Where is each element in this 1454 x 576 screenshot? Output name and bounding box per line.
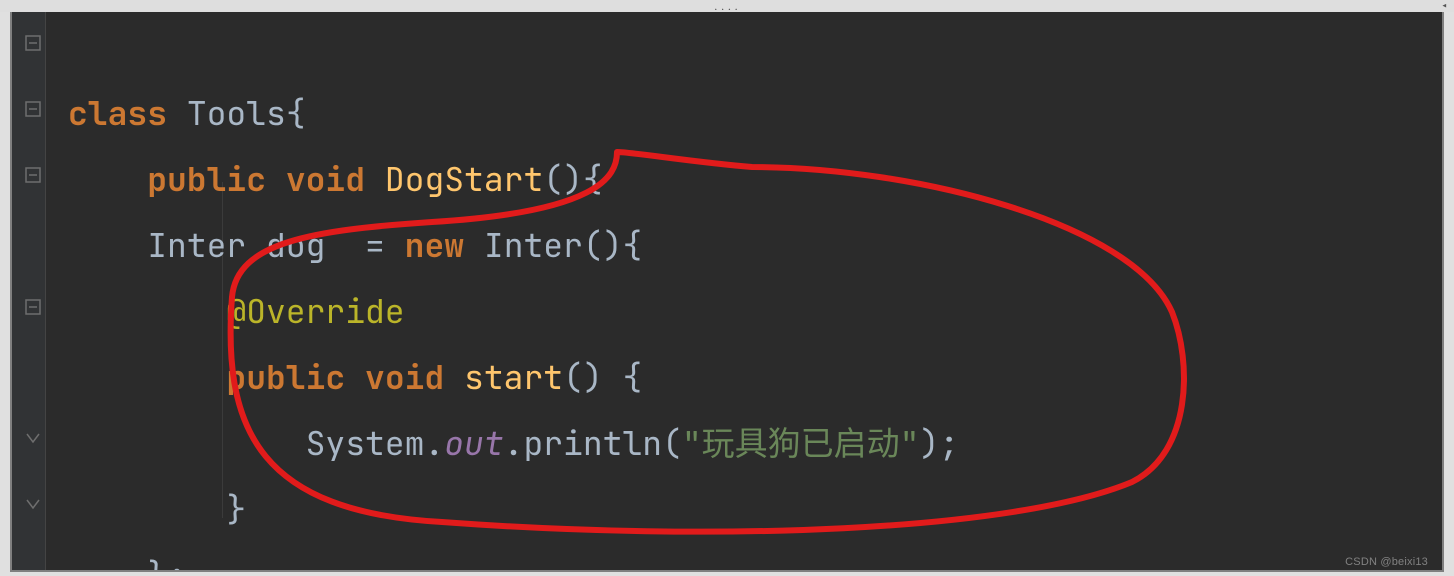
method-name: start <box>464 355 563 399</box>
lparen: ( <box>662 421 682 465</box>
brace: { <box>623 223 643 267</box>
method-name: DogStart <box>385 157 543 201</box>
annotation-override: @Override <box>226 289 404 333</box>
method-call: println <box>523 421 662 465</box>
watermark: CSDN @beixi13 <box>1345 556 1428 568</box>
code-editor[interactable]: class Tools{ public void DogStart(){ Int… <box>10 12 1444 572</box>
fold-toggle-icon[interactable] <box>24 100 42 118</box>
rparen: ) <box>919 421 939 465</box>
fold-toggle-icon[interactable] <box>24 34 42 52</box>
semicolon: ; <box>939 421 959 465</box>
keyword-public: public <box>226 355 345 399</box>
keyword-void: void <box>365 355 444 399</box>
brace: } <box>226 487 246 531</box>
panel-resize-bar[interactable]: .... ◂ <box>0 0 1454 12</box>
keyword-void: void <box>286 157 365 201</box>
type-name: Inter <box>147 223 246 267</box>
dot: . <box>424 421 444 465</box>
fold-end-icon[interactable] <box>24 430 42 448</box>
brace: { <box>286 91 306 135</box>
keyword-new: new <box>405 223 464 267</box>
field-out: out <box>444 421 503 465</box>
keyword-class: class <box>68 91 167 135</box>
editor-gutter <box>12 12 46 570</box>
brace: { <box>583 157 603 201</box>
parens: () <box>543 157 583 201</box>
ctor-name: Inter <box>484 223 583 267</box>
equals: = <box>365 223 385 267</box>
parens: () <box>583 223 623 267</box>
class-ref: System <box>306 421 425 465</box>
keyword-public: public <box>147 157 266 201</box>
dot: . <box>504 421 524 465</box>
var-name: dog <box>266 223 325 267</box>
class-name: Tools <box>187 91 286 135</box>
fold-toggle-icon[interactable] <box>24 166 42 184</box>
string-literal: "玩具狗已启动" <box>682 421 920 465</box>
fold-end-icon[interactable] <box>24 496 42 514</box>
code-content[interactable]: class Tools{ public void DogStart(){ Int… <box>46 12 1442 570</box>
parens: () <box>563 355 603 399</box>
fold-toggle-icon[interactable] <box>24 298 42 316</box>
brace: { <box>622 355 642 399</box>
brace-semi: }; <box>147 553 187 572</box>
